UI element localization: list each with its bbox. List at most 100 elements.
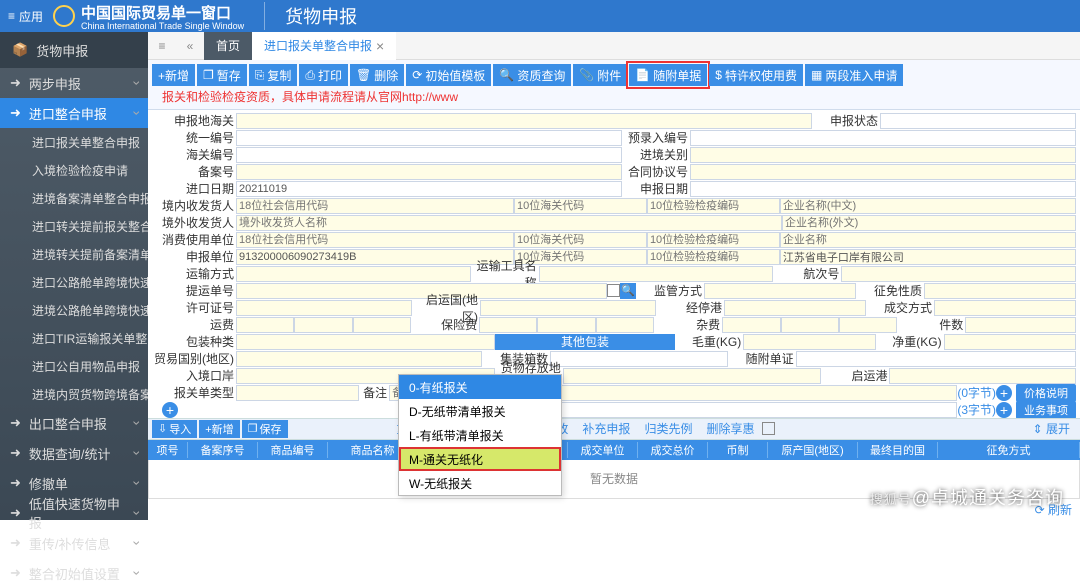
- contract-input[interactable]: [690, 164, 1076, 180]
- depart-country[interactable]: [480, 300, 656, 316]
- consignee-code[interactable]: [236, 198, 514, 214]
- attach-button[interactable]: 📎 附件: [573, 64, 627, 86]
- new-button[interactable]: +新增: [152, 64, 195, 86]
- grid-check[interactable]: [762, 422, 775, 435]
- freight[interactable]: [236, 317, 294, 333]
- sidebar-sub[interactable]: 进口报关单整合申报: [0, 128, 148, 156]
- royalty-button[interactable]: $ 特许权使用费: [709, 64, 803, 86]
- border-input[interactable]: [690, 147, 1076, 163]
- net[interactable]: [944, 334, 1076, 350]
- suppl-link[interactable]: 补充申报: [576, 420, 636, 437]
- storage[interactable]: [563, 368, 822, 384]
- supervise[interactable]: [704, 283, 856, 299]
- declarant-name[interactable]: [780, 249, 1076, 265]
- consignee-customs[interactable]: [514, 198, 647, 214]
- add-button[interactable]: +新增: [199, 420, 239, 438]
- transport-name[interactable]: [539, 266, 774, 282]
- stop-port[interactable]: [724, 300, 866, 316]
- sidebar-item-query[interactable]: ➜ 数据查询/统计: [0, 438, 148, 468]
- precedent-link[interactable]: 归类先例: [638, 420, 698, 437]
- sidebar-item-export[interactable]: ➜ 出口整合申报: [0, 408, 148, 438]
- qual-button[interactable]: 🔍 资质查询: [493, 64, 571, 86]
- biz-item-chip[interactable]: 业务事项: [1016, 401, 1076, 419]
- sidebar-sub[interactable]: 进境公路舱单跨境快速通: [0, 296, 148, 324]
- declare-customs-input[interactable]: [236, 113, 812, 129]
- customs-no-input[interactable]: [236, 147, 622, 163]
- mark[interactable]: [494, 402, 958, 418]
- unified-no-input[interactable]: [236, 130, 622, 146]
- expand-icon[interactable]: +: [996, 385, 1012, 401]
- save-button[interactable]: ❐ 暂存: [197, 64, 247, 86]
- insurance[interactable]: [479, 317, 537, 333]
- sidebar-item-reupload[interactable]: ➜ 重传/补传信息: [0, 528, 148, 558]
- pieces[interactable]: [965, 317, 1076, 333]
- delete-button[interactable]: 🗑 删除: [350, 64, 404, 86]
- gross[interactable]: [743, 334, 875, 350]
- sidebar-sub[interactable]: 入境检验检疫申请: [0, 156, 148, 184]
- container[interactable]: [550, 351, 728, 367]
- trade-country[interactable]: [236, 351, 482, 367]
- sidebar-sub[interactable]: 进境备案清单整合申报: [0, 184, 148, 212]
- sidebar-item-twostep[interactable]: ➜ 两步申报: [0, 68, 148, 98]
- exemption[interactable]: [924, 283, 1076, 299]
- dropdown-option[interactable]: W-无纸报关: [399, 471, 561, 495]
- misc[interactable]: [722, 317, 780, 333]
- bill-check[interactable]: [607, 284, 620, 297]
- sidebar-sub[interactable]: 进境转关提前备案清单整合: [0, 240, 148, 268]
- delpref-link[interactable]: 删除享惠: [700, 420, 760, 437]
- import-button[interactable]: ⇩ 导入: [152, 420, 197, 438]
- print-button[interactable]: ⎙ 打印: [299, 64, 348, 86]
- consignee-ciq[interactable]: [647, 198, 780, 214]
- declare-status-input[interactable]: [880, 113, 1076, 129]
- back-icon[interactable]: «: [176, 39, 204, 53]
- license[interactable]: [236, 300, 412, 316]
- declarant-ciq[interactable]: [647, 249, 780, 265]
- sidebar-sub[interactable]: 进境内贸货物跨境备案清单: [0, 380, 148, 408]
- twostage-button[interactable]: ▦ 两段准入申请: [805, 64, 903, 86]
- dropdown-option[interactable]: L-有纸带清单报关: [399, 423, 561, 447]
- collapse-icon[interactable]: ≡: [148, 39, 176, 53]
- deal-mode[interactable]: [934, 300, 1076, 316]
- overseas-en[interactable]: [782, 215, 1076, 231]
- voyage[interactable]: [841, 266, 1076, 282]
- dropdown-option[interactable]: M-通关无纸化: [399, 447, 561, 471]
- depart-port[interactable]: [889, 368, 1076, 384]
- docs-button[interactable]: 📄 随附单据: [629, 64, 707, 86]
- transport-mode[interactable]: [236, 266, 471, 282]
- enduser-customs[interactable]: [514, 232, 647, 248]
- close-icon[interactable]: ×: [376, 38, 384, 54]
- sidebar-item-init[interactable]: ➜ 整合初始值设置: [0, 558, 148, 588]
- dropdown-option[interactable]: 0-有纸报关: [399, 375, 561, 399]
- copy-button[interactable]: ⎘ 复制: [249, 64, 298, 86]
- overseas-name[interactable]: [236, 215, 782, 231]
- import-date-input[interactable]: [236, 181, 622, 197]
- enduser-code[interactable]: [236, 232, 514, 248]
- sidebar-item-import[interactable]: ➜ 进口整合申报: [0, 98, 148, 128]
- price-note-chip[interactable]: 价格说明: [1016, 384, 1076, 402]
- sidebar-sub[interactable]: 进口TIR运输报关单整合申报: [0, 324, 148, 352]
- template-button[interactable]: ⟳ 初始值模板: [406, 64, 491, 86]
- savegoods-button[interactable]: ❐ 保存: [242, 420, 288, 438]
- pre-entry-input[interactable]: [690, 130, 1076, 146]
- other-pack-button[interactable]: 其他包装: [495, 334, 676, 350]
- pack-type[interactable]: [236, 334, 495, 350]
- expand-link[interactable]: ⇕ 展开: [1027, 420, 1076, 437]
- attach-doc[interactable]: [796, 351, 1076, 367]
- enduser-ciq[interactable]: [647, 232, 780, 248]
- dropdown-option[interactable]: D-无纸带清单报关: [399, 399, 561, 423]
- record-no-input[interactable]: [236, 164, 622, 180]
- consignee-name[interactable]: [780, 198, 1076, 214]
- sidebar-sub[interactable]: 进口公自用物品申报: [0, 352, 148, 380]
- add-icon[interactable]: +: [162, 402, 178, 418]
- tab-home[interactable]: 首页: [204, 32, 252, 60]
- search-icon[interactable]: 🔍: [620, 283, 636, 299]
- sidebar-sub[interactable]: 进口公路舱单跨境快速通: [0, 268, 148, 296]
- declare-type[interactable]: [236, 385, 359, 401]
- sidebar-item-lowvalue[interactable]: ➜ 低值快速货物申报: [0, 498, 148, 528]
- app-menu[interactable]: ≡ 应用: [8, 8, 43, 25]
- declare-date-input[interactable]: [690, 181, 1076, 197]
- sidebar-sub[interactable]: 进口转关提前报关整合申报: [0, 212, 148, 240]
- expand-icon[interactable]: +: [996, 402, 1012, 418]
- tab-declare[interactable]: 进口报关单整合申报 ×: [252, 32, 396, 60]
- enduser-name[interactable]: [780, 232, 1076, 248]
